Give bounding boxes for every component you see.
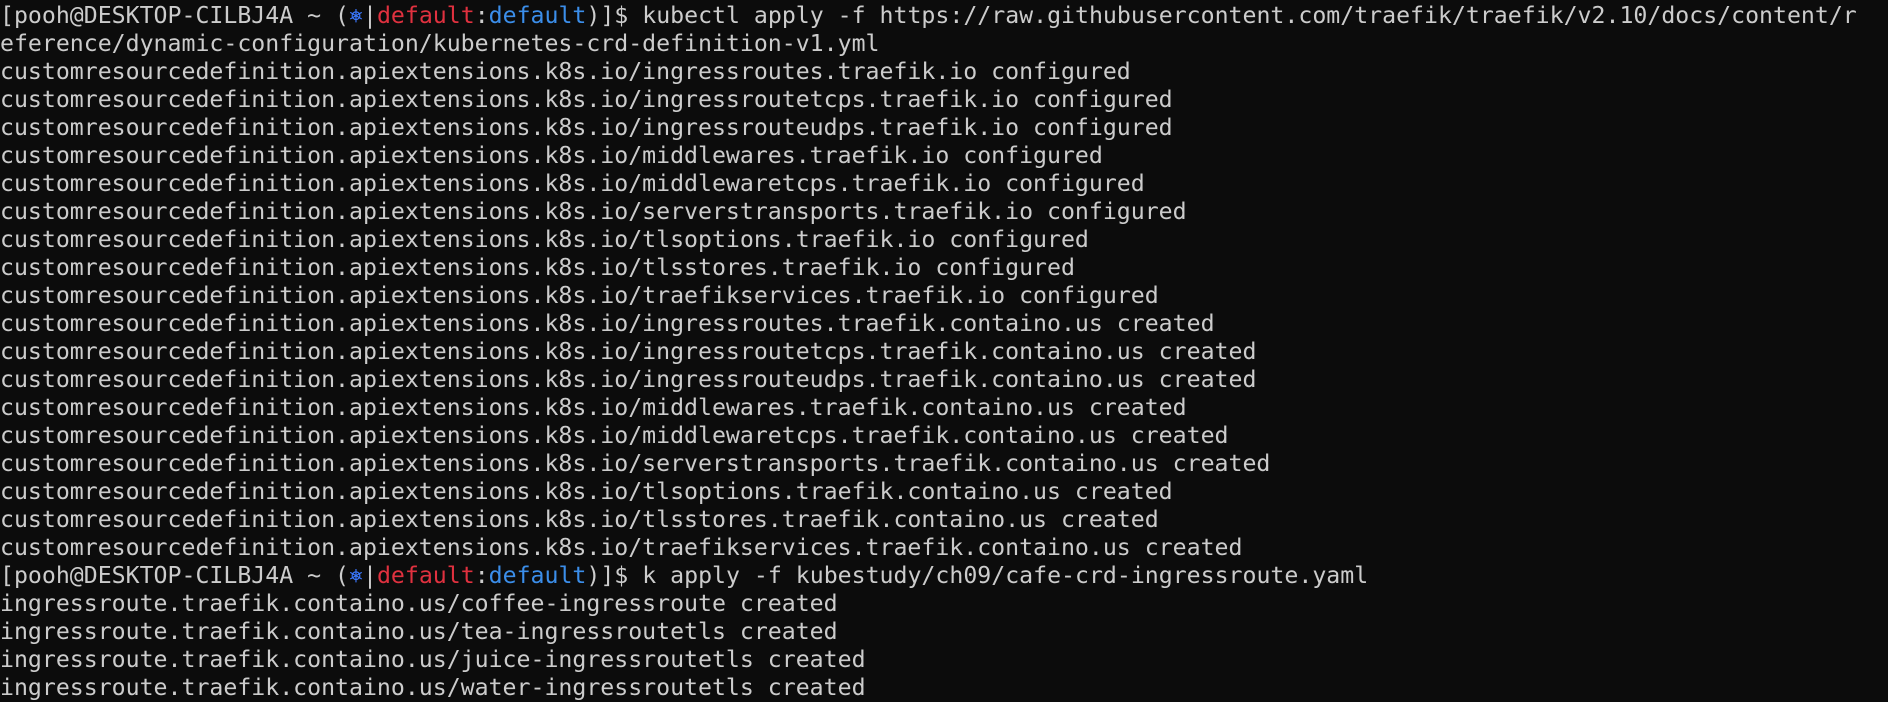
prompt-separator: |: [362, 562, 377, 589]
output-line: customresourcedefinition.apiextensions.k…: [0, 114, 1173, 141]
output-line: customresourcedefinition.apiextensions.k…: [0, 534, 1243, 561]
command-text-continuation: eference/dynamic-configuration/kubernete…: [0, 30, 880, 57]
prompt-suffix: )]$: [586, 562, 643, 589]
kube-namespace: default: [488, 2, 587, 29]
output-line: ingressroute.traefik.containo.us/water-i…: [0, 674, 866, 701]
command-text: k apply -f kubestudy/ch09/cafe-crd-ingre…: [642, 562, 1369, 589]
output-line: customresourcedefinition.apiextensions.k…: [0, 254, 1075, 281]
output-line: customresourcedefinition.apiextensions.k…: [0, 86, 1173, 113]
output-line: customresourcedefinition.apiextensions.k…: [0, 506, 1159, 533]
kube-context: default: [376, 2, 475, 29]
output-line: customresourcedefinition.apiextensions.k…: [0, 310, 1215, 337]
output-line: customresourcedefinition.apiextensions.k…: [0, 366, 1257, 393]
terminal-window[interactable]: [pooh@DESKTOP-CILBJ4A ~ (⎈|default:defau…: [0, 0, 1888, 702]
output-line: ingressroute.traefik.containo.us/coffee-…: [0, 590, 838, 617]
prompt-suffix: )]$: [586, 2, 643, 29]
prompt-colon: :: [474, 562, 489, 589]
command-text: kubectl apply -f https://raw.githubuserc…: [642, 2, 1857, 29]
output-line: ingressroute.traefik.containo.us/tea-ing…: [0, 618, 838, 645]
kubernetes-helm-icon: ⎈: [349, 562, 363, 589]
output-line: customresourcedefinition.apiextensions.k…: [0, 394, 1187, 421]
output-line: customresourcedefinition.apiextensions.k…: [0, 198, 1187, 225]
output-line: customresourcedefinition.apiextensions.k…: [0, 450, 1271, 477]
prompt-separator: |: [362, 2, 377, 29]
output-line: customresourcedefinition.apiextensions.k…: [0, 170, 1145, 197]
prompt-user-host: [pooh@DESKTOP-CILBJ4A ~ (: [0, 562, 350, 589]
prompt-line: [pooh@DESKTOP-CILBJ4A ~ (⎈|default:defau…: [0, 562, 1888, 590]
output-line: ingressroute.traefik.containo.us/juice-i…: [0, 646, 866, 673]
output-line: customresourcedefinition.apiextensions.k…: [0, 58, 1131, 85]
output-line: customresourcedefinition.apiextensions.k…: [0, 338, 1257, 365]
output-line: customresourcedefinition.apiextensions.k…: [0, 142, 1103, 169]
prompt-line: [pooh@DESKTOP-CILBJ4A ~ (⎈|default:defau…: [0, 2, 1888, 30]
kubernetes-helm-icon: ⎈: [349, 2, 363, 29]
output-line: customresourcedefinition.apiextensions.k…: [0, 478, 1173, 505]
kube-namespace: default: [488, 562, 587, 589]
prompt-colon: :: [474, 2, 489, 29]
kube-context: default: [376, 562, 475, 589]
output-line: customresourcedefinition.apiextensions.k…: [0, 422, 1229, 449]
output-line: customresourcedefinition.apiextensions.k…: [0, 282, 1159, 309]
prompt-user-host: [pooh@DESKTOP-CILBJ4A ~ (: [0, 2, 350, 29]
output-line: customresourcedefinition.apiextensions.k…: [0, 226, 1089, 253]
